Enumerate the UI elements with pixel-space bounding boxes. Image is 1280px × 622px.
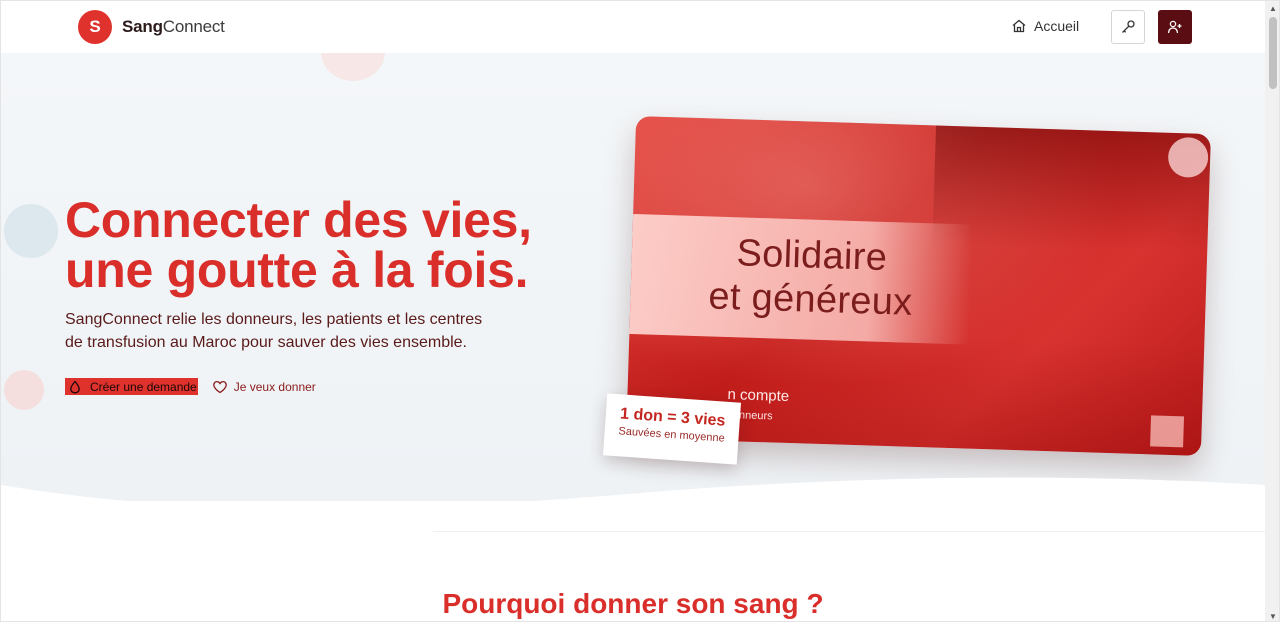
card-banner-line2: et généreux	[707, 275, 914, 324]
brand-name: SangConnect	[122, 17, 225, 37]
hero-subtitle: SangConnect relie les donneurs, les pati…	[65, 308, 515, 354]
nav-home-link[interactable]: Accueil	[1011, 18, 1079, 34]
navbar: S SangConnect Accueil	[1, 1, 1265, 53]
heart-icon	[212, 380, 227, 393]
hero-subtitle-line2: de transfusion au Maroc pour sauver des …	[65, 334, 467, 351]
blood-drop-icon	[70, 380, 80, 393]
card-overlay	[932, 125, 1211, 255]
register-button[interactable]	[1158, 10, 1192, 44]
scrollbar[interactable]: ▲ ▼	[1265, 1, 1279, 621]
scroll-up-arrow-icon[interactable]: ▲	[1265, 1, 1279, 15]
donate-button[interactable]: Je veux donner	[212, 379, 316, 395]
nav-home-label: Accueil	[1034, 18, 1080, 34]
hero-wave	[1, 477, 1265, 501]
page: S SangConnect Accueil Connecter des vies…	[0, 0, 1280, 622]
scrollbar-thumb[interactable]	[1269, 17, 1277, 89]
donate-label: Je veux donner	[233, 379, 316, 394]
section-divider	[433, 531, 1265, 532]
hero-title-line1: Connecter des vies,	[65, 192, 532, 248]
brand-name-part1: Sang	[122, 17, 163, 36]
hero-title: Connecter des vies, une goutte à la fois…	[65, 195, 532, 295]
create-request-label: Créer une demande	[90, 379, 197, 394]
login-button[interactable]	[1111, 10, 1145, 44]
brand-logo: S	[78, 10, 112, 44]
scroll-down-arrow-icon[interactable]: ▼	[1265, 609, 1279, 621]
decorative-circle	[321, 53, 385, 81]
card-banner-text: Solidaire et généreux	[660, 229, 963, 326]
key-icon	[1122, 20, 1135, 33]
home-icon	[1012, 19, 1026, 33]
section-title: Pourquoi donner son sang ?	[442, 588, 824, 619]
hero-actions: Créer une demande Je veux donner	[65, 378, 316, 395]
hero-title-line2: une goutte à la fois.	[65, 242, 529, 298]
hero-subtitle-line1: SangConnect relie les donneurs, les pati…	[65, 311, 483, 328]
brand-name-part2: Connect	[162, 17, 225, 36]
card-logo	[1150, 415, 1185, 448]
brand-link[interactable]: S SangConnect	[78, 10, 225, 44]
create-request-button[interactable]: Créer une demande	[65, 378, 198, 395]
decorative-circle	[4, 204, 58, 258]
decorative-circle	[4, 370, 44, 410]
stat-badge: 1 don = 3 vies Sauvées en moyenne	[603, 393, 741, 465]
hero-section: Connecter des vies, une goutte à la fois…	[1, 53, 1265, 501]
user-plus-icon	[1167, 20, 1182, 34]
